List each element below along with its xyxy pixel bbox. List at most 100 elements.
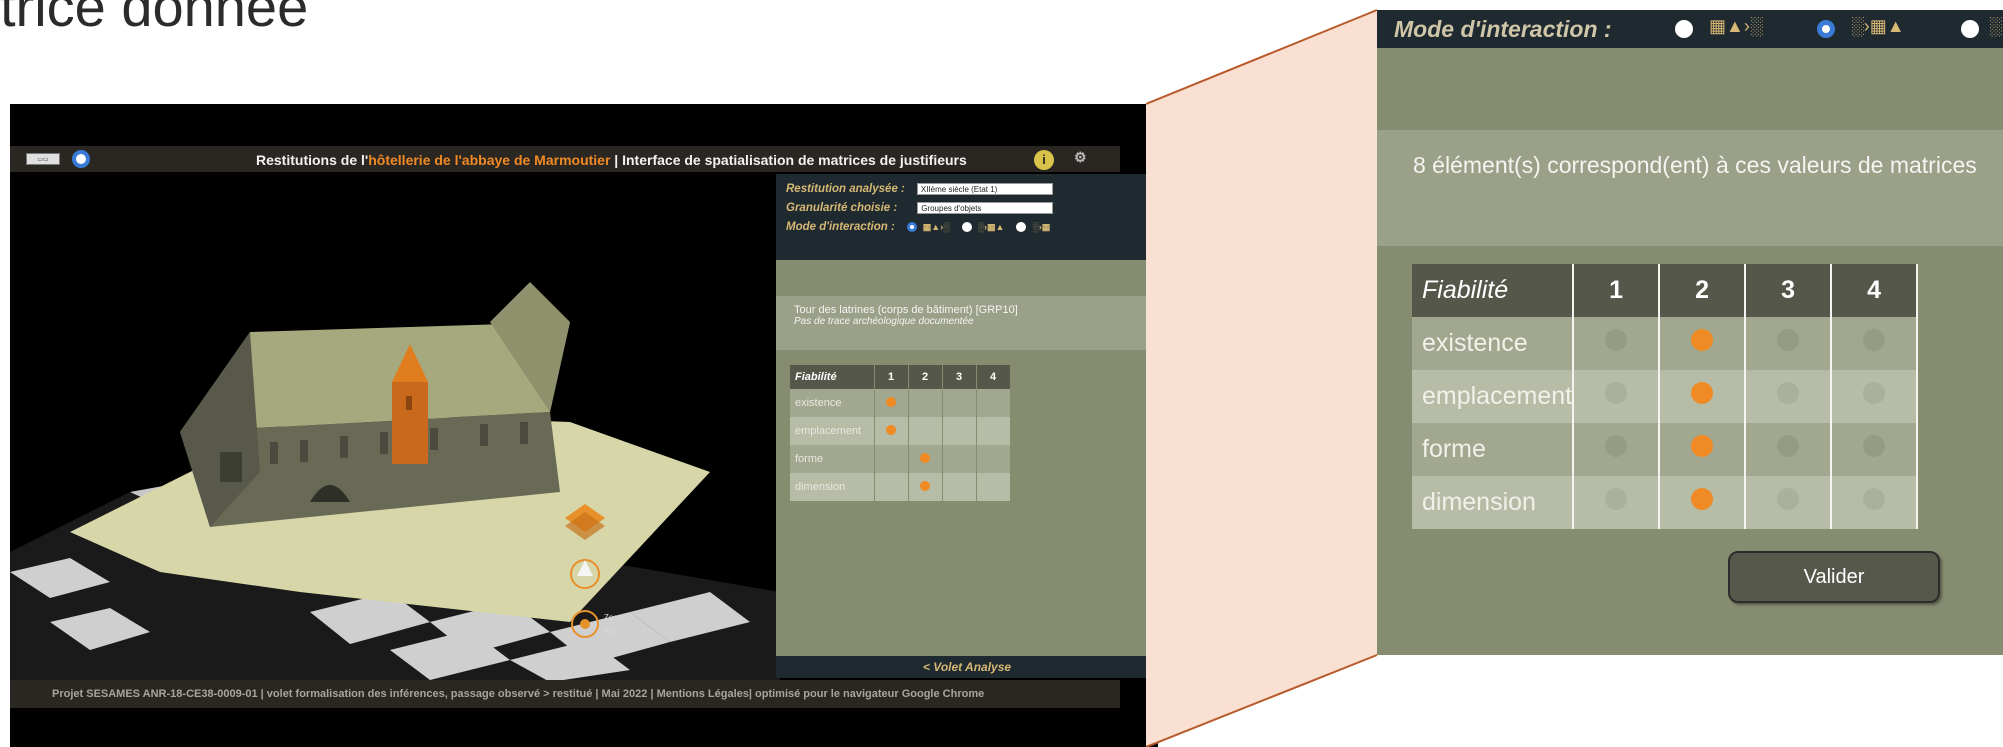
- validate-button[interactable]: Valider: [1728, 551, 1940, 603]
- zoom-cell[interactable]: [1745, 317, 1833, 370]
- restitution-label: Restitution analysée :: [786, 183, 905, 195]
- mode-radio-1[interactable]: [906, 222, 917, 232]
- mode-label: Mode d'interaction :: [786, 221, 895, 233]
- selected-radio-icon[interactable]: [1691, 488, 1714, 510]
- title-highlight[interactable]: hôtellerie de l'abbaye de Marmoutier: [368, 152, 610, 168]
- unselected-radio-icon[interactable]: [1605, 435, 1628, 457]
- unselected-radio-icon[interactable]: [1777, 488, 1800, 510]
- zoom-table-header-col: 2: [1659, 264, 1747, 317]
- info-icon[interactable]: i: [1034, 150, 1054, 170]
- mini-cell[interactable]: [976, 473, 1011, 501]
- mini-cell[interactable]: [942, 445, 977, 473]
- zoom-cell[interactable]: [1831, 476, 1919, 529]
- selected-radio-icon[interactable]: [1691, 435, 1714, 457]
- volet-analyse-toggle[interactable]: < Volet Analyse: [776, 656, 1158, 678]
- zoom-mode-radio-2[interactable]: [1817, 20, 1835, 38]
- restitution-select[interactable]: XIIème siècle (Etat 1): [916, 183, 1053, 195]
- mini-cell[interactable]: [908, 417, 943, 445]
- selected-radio-icon[interactable]: [1691, 382, 1714, 404]
- app-footer: Projet SESAMES ANR-18-CE38-0009-01 | vol…: [10, 680, 1120, 708]
- unselected-radio-icon[interactable]: [1863, 435, 1886, 457]
- zoom-connector: [1146, 9, 1378, 747]
- zoom-table-row: forme: [1412, 423, 1919, 476]
- unselected-radio-icon[interactable]: [1863, 382, 1886, 404]
- mini-cell[interactable]: [976, 389, 1011, 417]
- mini-cell[interactable]: [874, 389, 909, 417]
- unselected-radio-icon[interactable]: [1605, 382, 1628, 404]
- zoom-cell[interactable]: [1745, 423, 1833, 476]
- zoom-result-text: 8 élément(s) correspond(ent) à ces valeu…: [1377, 130, 2003, 246]
- mode-radio-3[interactable]: [1016, 222, 1027, 232]
- zoom-mode-radio-3[interactable]: [1961, 20, 1979, 38]
- zoom-table-header-col: 1: [1573, 264, 1661, 317]
- zoom-row-label: existence: [1412, 317, 1575, 370]
- title-prefix: Restitutions de l': [256, 152, 369, 168]
- zoom-table-header-label: Fiabilité: [1412, 264, 1575, 317]
- mini-cell[interactable]: [874, 473, 909, 501]
- project-logo[interactable]: ▭▭: [26, 153, 60, 165]
- zoom-label[interactable]: Zoom: [604, 613, 625, 622]
- app-screenshot: ▭▭ Restitutions de l'hôtellerie de l'abb…: [10, 104, 1158, 747]
- zoom-cell[interactable]: [1659, 476, 1747, 529]
- selected-object-name: Tour des latrines (corps de bâtiment) [G…: [794, 304, 1018, 316]
- slide-title: trice donnée: [0, 0, 309, 38]
- restitution-row: Restitution analysée : XIIème siècle (Et…: [786, 180, 1053, 198]
- unselected-radio-icon[interactable]: [1777, 329, 1800, 351]
- zoom-cell[interactable]: [1659, 423, 1747, 476]
- unselected-radio-icon[interactable]: [1605, 488, 1628, 510]
- zoom-mode-radio-1[interactable]: [1675, 20, 1693, 38]
- granularite-select[interactable]: Groupes d'objets: [917, 202, 1054, 214]
- unselected-radio-icon[interactable]: [1777, 435, 1800, 457]
- unselected-radio-icon[interactable]: [1863, 329, 1886, 351]
- mini-cell[interactable]: [874, 417, 909, 445]
- mini-table-row: existence: [790, 389, 1011, 417]
- panel-body: Tour des latrines (corps de bâtiment) [G…: [776, 260, 1150, 656]
- mini-cell[interactable]: [908, 473, 943, 501]
- mini-cell[interactable]: [908, 389, 943, 417]
- zoom-cell[interactable]: [1745, 476, 1833, 529]
- zoom-cell[interactable]: [1745, 370, 1833, 423]
- mode-1-icon: ▦▲›░: [922, 221, 950, 232]
- unselected-radio-icon[interactable]: [1777, 382, 1800, 404]
- mode-radio-2[interactable]: [961, 222, 972, 232]
- mini-cell[interactable]: [942, 389, 977, 417]
- zoom-cell[interactable]: [1659, 370, 1747, 423]
- unselected-radio-icon[interactable]: [1863, 488, 1886, 510]
- zoom-cell[interactable]: [1659, 317, 1747, 370]
- mini-row-label: emplacement: [790, 417, 875, 445]
- mini-cell[interactable]: [942, 473, 977, 501]
- reliability-dot-icon: [920, 452, 930, 463]
- reliability-table: Fiabilité 1 2 3 4 existence emplacement fo…: [790, 365, 1011, 501]
- zoom-row-label: forme: [1412, 423, 1575, 476]
- unselected-radio-icon[interactable]: [1605, 329, 1628, 351]
- zoom-mode-bar: Mode d'interaction : ▦▲›░ ░›▦▲ ░: [1377, 10, 2003, 48]
- granularite-label: Granularité choisie :: [786, 202, 898, 214]
- zoom-cell[interactable]: [1831, 370, 1919, 423]
- mini-cell[interactable]: [874, 445, 909, 473]
- zoom-cell[interactable]: [1573, 423, 1661, 476]
- header-radio[interactable]: [72, 150, 90, 168]
- zoom-cell[interactable]: [1831, 317, 1919, 370]
- reliability-dot-icon: [886, 424, 896, 435]
- zoom-cell[interactable]: [1573, 317, 1661, 370]
- pan-label[interactable]: Pan: [604, 627, 618, 636]
- zoom-mode-1-icon: ▦▲›░: [1709, 16, 1763, 36]
- zoom-row-label: emplacement: [1412, 370, 1575, 423]
- 3d-scene[interactable]: Zoom Pan: [10, 172, 780, 682]
- settings-icon[interactable]: ⚙: [1074, 149, 1104, 169]
- zoom-table-row: existence: [1412, 317, 1919, 370]
- mini-cell[interactable]: [942, 417, 977, 445]
- zoom-table-header-col: 4: [1831, 264, 1919, 317]
- zoom-cell[interactable]: [1573, 476, 1661, 529]
- table-header-col: 1: [874, 365, 909, 389]
- selected-radio-icon[interactable]: [1691, 329, 1714, 351]
- zoom-cell[interactable]: [1831, 423, 1919, 476]
- zoomed-panel: Mode d'interaction : ▦▲›░ ░›▦▲ ░ 8 éléme…: [1377, 10, 2003, 655]
- zoom-mode-2-icon: ░›▦▲: [1851, 16, 1905, 36]
- mini-cell[interactable]: [976, 417, 1011, 445]
- table-header-label: Fiabilité: [790, 365, 875, 389]
- mini-cell[interactable]: [976, 445, 1011, 473]
- granularite-row: Granularité choisie : Groupes d'objets: [786, 199, 1054, 217]
- mini-cell[interactable]: [908, 445, 943, 473]
- zoom-cell[interactable]: [1573, 370, 1661, 423]
